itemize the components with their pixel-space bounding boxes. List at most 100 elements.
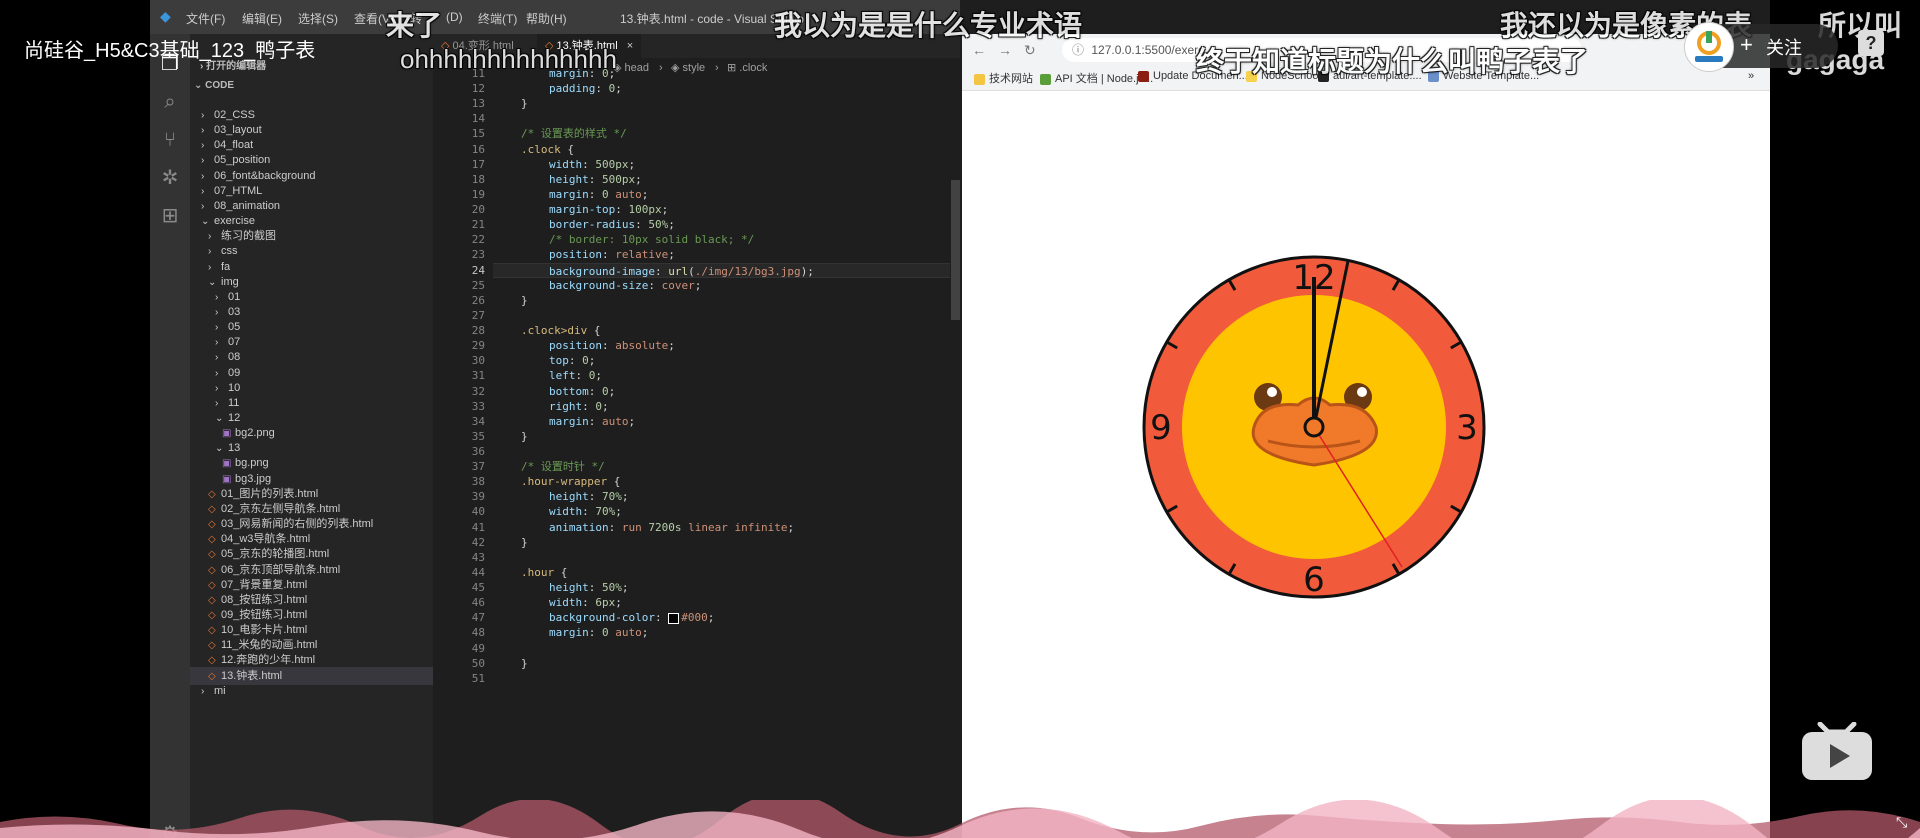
back-icon[interactable]: ← bbox=[972, 42, 986, 58]
code-line[interactable]: width: 500px; bbox=[493, 157, 960, 172]
bookmarks-more-button[interactable]: » bbox=[1748, 70, 1754, 82]
code-token: { bbox=[587, 324, 601, 338]
search-icon[interactable]: ⌕ bbox=[158, 90, 182, 114]
line-number: 23 bbox=[471, 248, 485, 262]
code-line[interactable] bbox=[493, 444, 960, 459]
code-token: ; bbox=[707, 611, 715, 625]
line-number: 46 bbox=[471, 596, 485, 610]
reload-icon[interactable]: ↻ bbox=[1024, 42, 1036, 59]
code-line[interactable]: width: 6px; bbox=[493, 595, 960, 610]
code-line[interactable]: margin: 0 auto; bbox=[493, 625, 960, 640]
code-line[interactable] bbox=[493, 641, 960, 656]
menu-edit[interactable]: 编辑(E) bbox=[242, 10, 282, 27]
code-line[interactable]: } bbox=[493, 429, 960, 444]
info-icon: ⓘ bbox=[1072, 43, 1085, 57]
menu-debug[interactable]: (D) bbox=[446, 10, 463, 24]
code-line[interactable]: /* 设置时针 */ bbox=[493, 459, 960, 474]
line-number: 16 bbox=[471, 142, 485, 156]
code-line[interactable] bbox=[493, 308, 960, 323]
tree-item-label: 07_背景重复.html bbox=[221, 578, 308, 591]
code-token: { bbox=[607, 475, 621, 489]
code-line[interactable]: /* 设置表的样式 */ bbox=[493, 126, 960, 141]
folder-item[interactable]: › mi bbox=[190, 682, 433, 700]
code-line[interactable]: background-image: url(./img/13/bg3.jpg); bbox=[493, 262, 960, 278]
code-line[interactable] bbox=[493, 111, 960, 126]
code-line[interactable]: /* border: 10px solid black; */ bbox=[493, 232, 960, 247]
code-token: 0 bbox=[602, 187, 609, 201]
code-line[interactable]: } bbox=[493, 656, 960, 671]
menu-select[interactable]: 选择(S) bbox=[298, 10, 338, 27]
code-line[interactable]: margin: 0 auto; bbox=[493, 187, 960, 202]
code-line[interactable]: .hour { bbox=[493, 565, 960, 580]
scrollbar-thumb[interactable] bbox=[951, 180, 960, 320]
code-line[interactable]: position: absolute; bbox=[493, 338, 960, 353]
code-line[interactable]: position: relative; bbox=[493, 247, 960, 262]
bookmark-favicon-icon bbox=[1040, 73, 1051, 85]
code-line[interactable]: right: 0; bbox=[493, 399, 960, 414]
code-token: : bbox=[588, 384, 602, 398]
debug-icon[interactable]: ✲ bbox=[158, 166, 182, 190]
code-line[interactable]: margin-top: 100px; bbox=[493, 202, 960, 217]
line-number: 38 bbox=[471, 475, 485, 489]
progress-waveform[interactable] bbox=[0, 800, 1920, 838]
extensions-icon[interactable]: ⊞ bbox=[158, 204, 182, 228]
close-icon[interactable]: × bbox=[627, 40, 633, 52]
line-number: 15 bbox=[471, 127, 485, 141]
code-token: 0 bbox=[595, 399, 602, 413]
code-line[interactable]: } bbox=[493, 96, 960, 111]
play-icon[interactable] bbox=[1800, 722, 1874, 782]
code-line[interactable]: margin: auto; bbox=[493, 414, 960, 429]
fullscreen-icon[interactable]: ⤡ bbox=[1896, 814, 1912, 830]
code-token: cover bbox=[661, 278, 695, 292]
forward-icon[interactable]: → bbox=[998, 42, 1012, 58]
line-number: 36 bbox=[471, 445, 485, 458]
code-token: ; bbox=[641, 187, 649, 201]
tree-item-label: exercise bbox=[214, 215, 255, 228]
tree-item-label: 08 bbox=[228, 351, 241, 364]
bookmark-item[interactable]: 技术网站 bbox=[974, 70, 1033, 86]
code-line[interactable] bbox=[493, 550, 960, 565]
code-token: .clock>div bbox=[521, 324, 588, 338]
tree-item-label: 12 bbox=[228, 412, 241, 424]
code-editor[interactable]: margin: 0; padding: 0;}/* 设置表的样式 */.clock… bbox=[493, 67, 960, 838]
source-control-icon[interactable]: ⑂ bbox=[158, 128, 182, 152]
follow-button[interactable]: + 关注 bbox=[1684, 22, 1838, 72]
code-token: ); bbox=[800, 264, 814, 278]
code-line[interactable]: .hour-wrapper { bbox=[493, 474, 960, 489]
tree-item-label: 03_网易新闻的右侧的列表.html bbox=[221, 518, 374, 531]
color-swatch[interactable] bbox=[668, 612, 680, 624]
code-line[interactable]: bottom: 0; bbox=[493, 384, 960, 399]
code-token: : bbox=[568, 354, 583, 368]
code-line[interactable]: height: 50%; bbox=[493, 580, 960, 595]
help-icon[interactable]: ? bbox=[1858, 30, 1884, 56]
code-line[interactable]: background-size: cover; bbox=[493, 278, 960, 293]
code-line[interactable]: padding: 0; bbox=[493, 81, 960, 96]
code-token: height bbox=[549, 581, 589, 595]
code-line[interactable]: .clock { bbox=[493, 142, 960, 157]
menu-help[interactable]: 帮助(H) bbox=[526, 10, 567, 27]
code-line[interactable]: width: 70%; bbox=[493, 504, 960, 519]
code-token: : bbox=[608, 520, 622, 534]
code-line[interactable]: .clock>div { bbox=[493, 323, 960, 338]
workspace-root[interactable]: ⌄ CODE bbox=[190, 77, 433, 95]
code-line[interactable]: } bbox=[493, 535, 960, 550]
uploader-avatar[interactable] bbox=[1684, 22, 1734, 72]
tree-item-label: bg.png bbox=[235, 457, 269, 470]
danmu-comment: 我以为是是什么专业术语 bbox=[774, 10, 1083, 41]
bookmark-item[interactable]: API 文档 | Node.js... bbox=[1040, 70, 1153, 86]
code-line[interactable]: animation: run 7200s linear infinite; bbox=[493, 520, 960, 535]
menu-file[interactable]: 文件(F) bbox=[186, 10, 225, 27]
code-token: : bbox=[588, 187, 602, 201]
code-line[interactable]: border-radius: 50%; bbox=[493, 217, 960, 232]
code-line[interactable]: height: 500px; bbox=[493, 172, 960, 187]
code-line[interactable]: background-color: #000; bbox=[493, 610, 960, 625]
code-line[interactable]: left: 0; bbox=[493, 368, 960, 383]
menu-terminal[interactable]: 终端(T) bbox=[478, 10, 517, 27]
tree-item-label: 01 bbox=[228, 290, 241, 303]
code-line[interactable]: } bbox=[493, 293, 960, 308]
line-number: 25 bbox=[471, 278, 485, 292]
code-token: ; bbox=[615, 82, 622, 96]
code-line[interactable]: height: 70%; bbox=[493, 489, 960, 504]
code-line[interactable] bbox=[493, 671, 960, 686]
code-line[interactable]: top: 0; bbox=[493, 353, 960, 368]
